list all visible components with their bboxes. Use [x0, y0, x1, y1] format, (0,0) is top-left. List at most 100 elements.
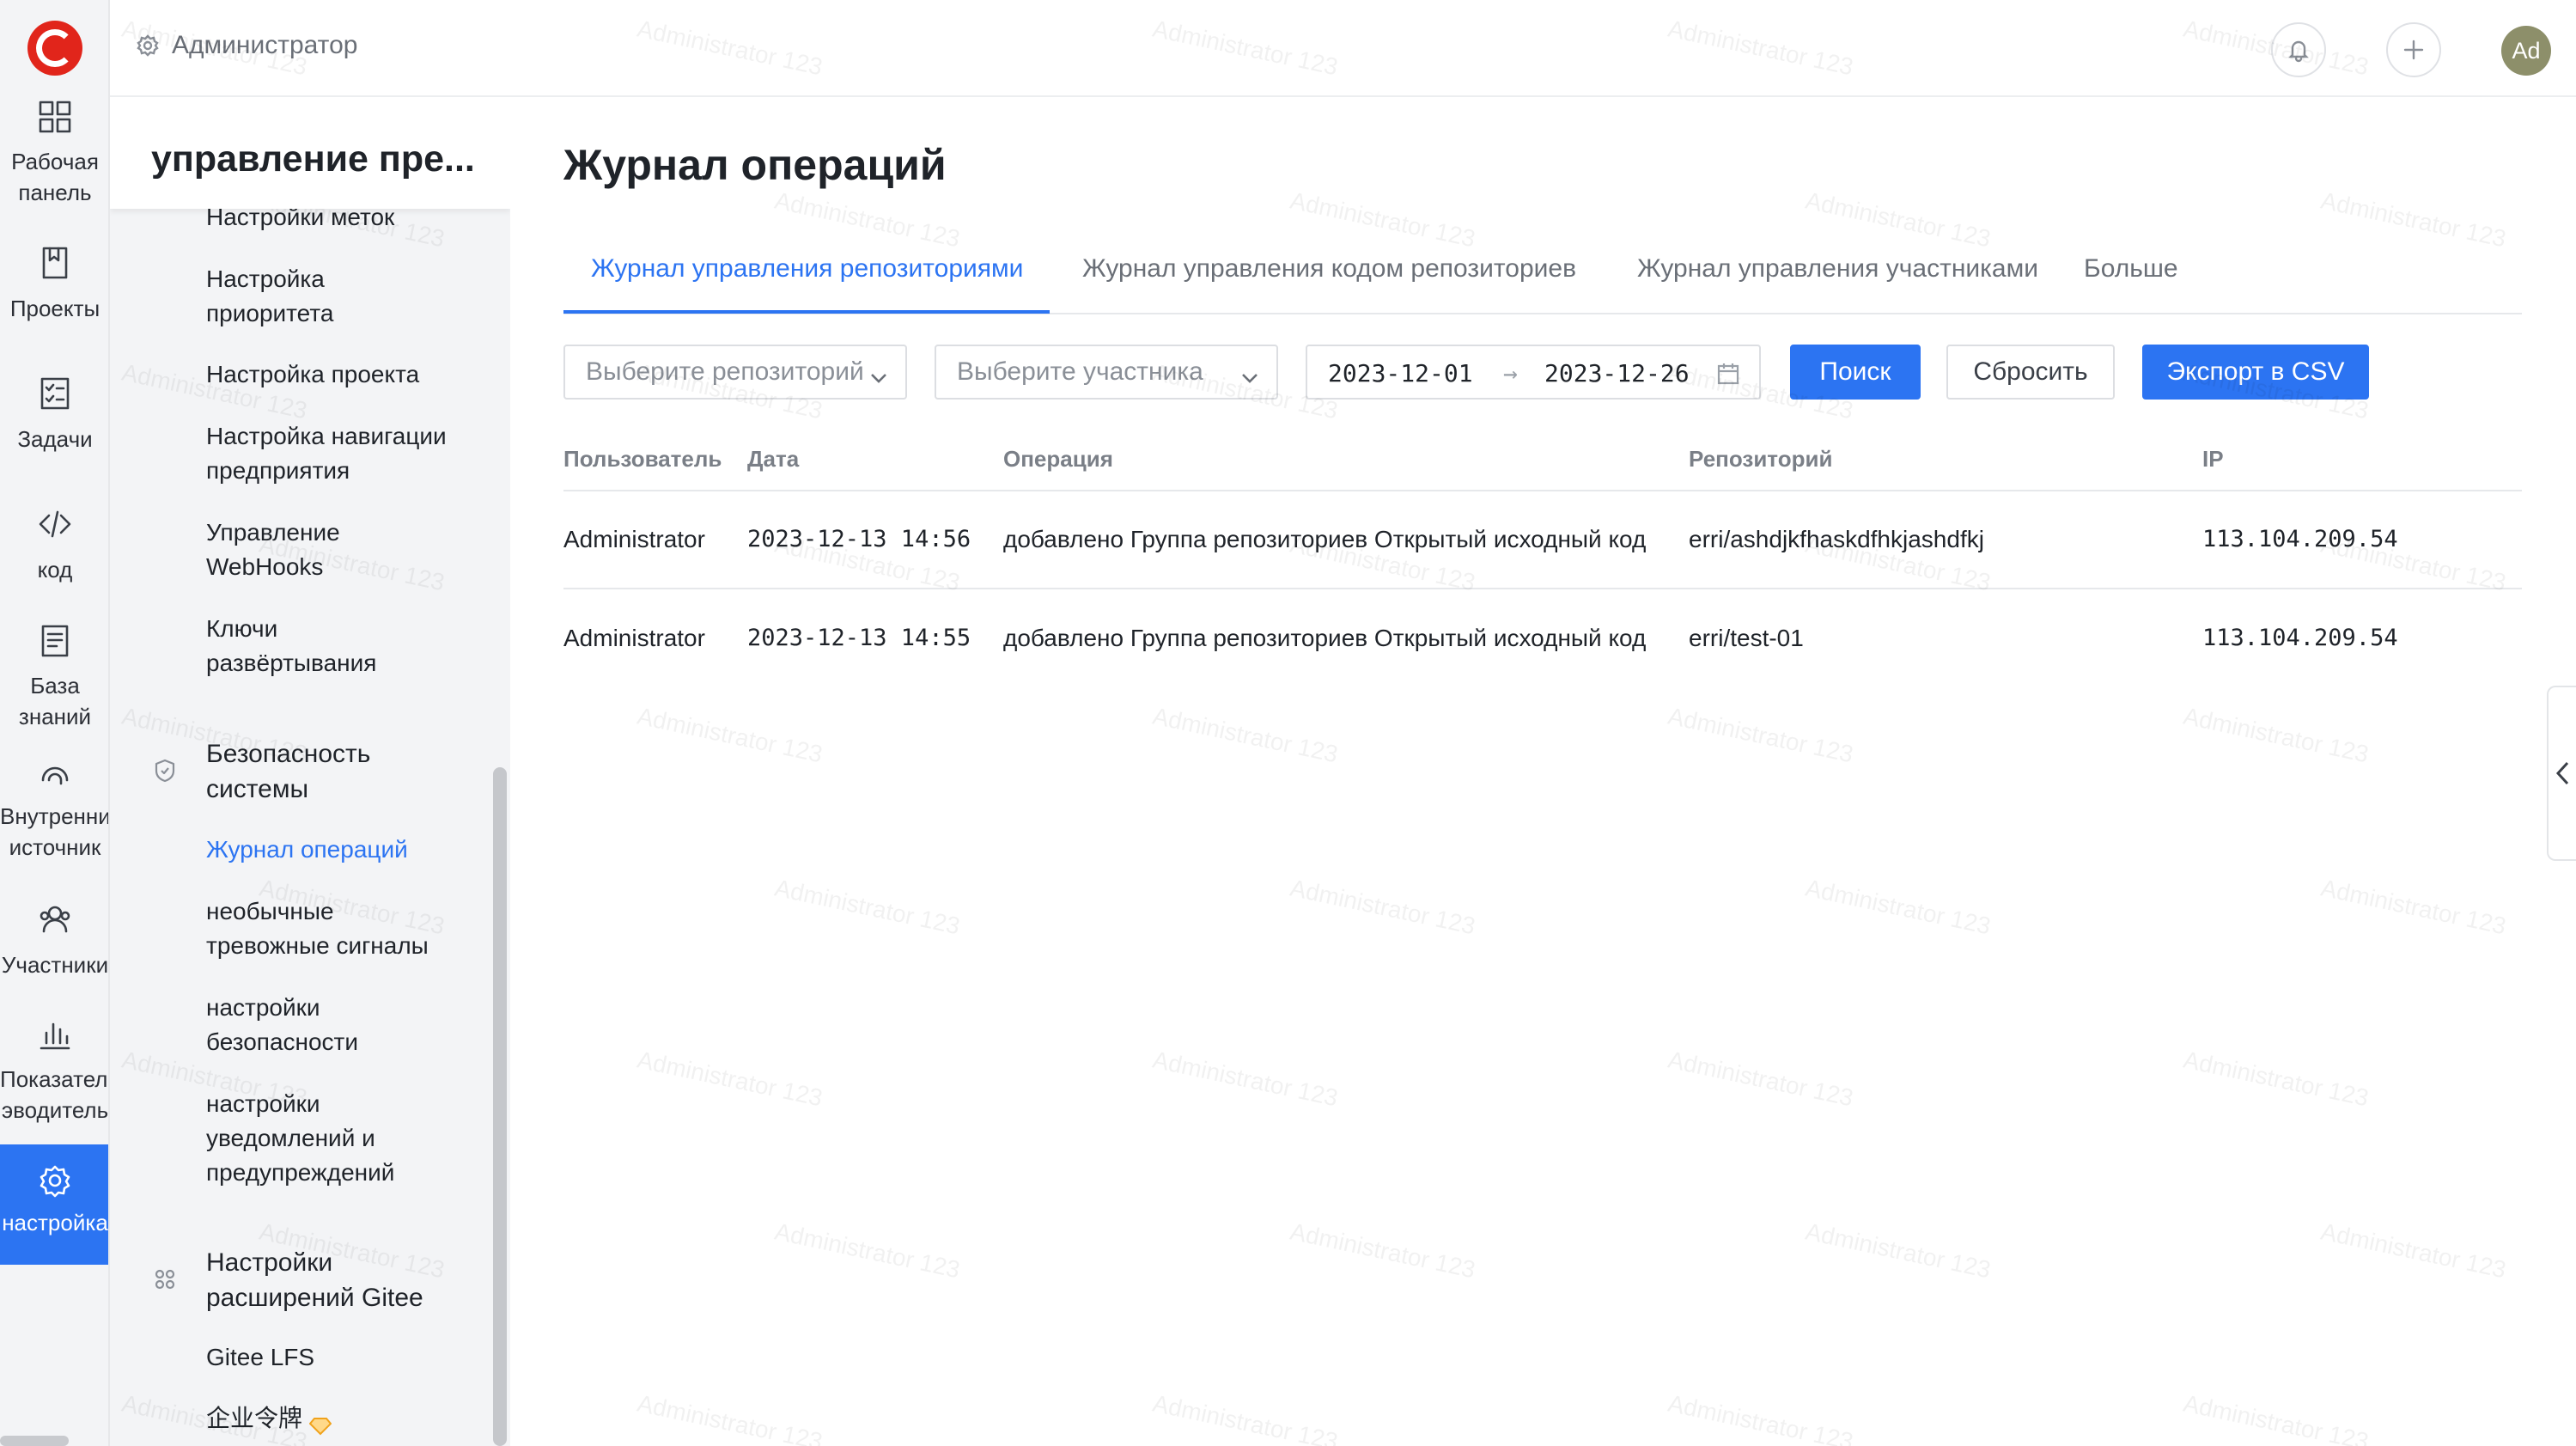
cell-user: Administrator — [563, 624, 705, 651]
rail-item-label: Показатели эводитель — [0, 1066, 110, 1123]
cell-repository: erri/test-01 — [1689, 624, 1804, 651]
settings-sidebar: управление пре... Настройки меток Настро… — [110, 97, 510, 1446]
gear-icon — [137, 34, 159, 57]
avatar[interactable]: Ad — [2501, 26, 2551, 76]
breadcrumb-label: Администратор — [172, 31, 358, 59]
tab-code-log[interactable]: Журнал управления кодом репозиториев — [1082, 252, 1576, 286]
gear-icon — [0, 1160, 108, 1201]
breadcrumb[interactable]: Администратор — [136, 31, 357, 60]
rail-item-label: База знаний — [18, 673, 92, 729]
rail-item-label: код — [37, 557, 73, 583]
sidebar-item-priority[interactable]: Настройка приоритета — [206, 262, 481, 331]
date-from-input[interactable]: 2023-12-01 — [1328, 359, 1473, 387]
member-select-placeholder: Выберите участника — [957, 357, 1203, 386]
table-row: Administrator 2023-12-13 14:56 добавлено… — [563, 491, 2522, 589]
rail-item-label: Рабочая панель — [11, 149, 99, 205]
create-button[interactable] — [2386, 22, 2441, 77]
sidebar-title: управление пре... — [151, 138, 475, 180]
rail-item-knowledge[interactable]: База знаний — [0, 620, 108, 732]
repo-select-placeholder: Выберите репозиторий — [586, 357, 864, 386]
sidebar-group-gitee-extensions[interactable]: Настройки расширений Gitee — [206, 1245, 481, 1315]
app-rail: Рабочая панель Проекты Задачи код База з… — [0, 0, 110, 1446]
rail-item-label: Проекты — [9, 296, 100, 321]
reset-button[interactable]: Сбросить — [1946, 345, 2115, 400]
date-range-picker[interactable]: 2023-12-01 → 2023-12-26 — [1306, 345, 1761, 400]
rail-item-settings[interactable]: настройка — [0, 1144, 108, 1265]
chart-icon — [0, 1014, 108, 1055]
members-icon — [0, 899, 108, 940]
cell-date: 2023-12-13 14:56 — [747, 491, 1003, 589]
sidebar-item-security-settings[interactable]: настройки безопасности — [206, 991, 481, 1059]
sidebar-header: управление пре... — [110, 97, 510, 209]
calendar-icon — [1716, 362, 1740, 386]
rail-item-dashboard[interactable]: Рабочая панель — [0, 96, 108, 225]
code-icon — [0, 503, 108, 545]
rail-item-label: Участники — [1, 952, 109, 978]
diamond-icon — [308, 1411, 332, 1436]
cell-operation: добавлено Группа репозиториев Открытый и… — [1003, 491, 1689, 589]
column-repository: Репозиторий — [1689, 429, 2202, 491]
sidebar-item-enterprise-token[interactable]: 企业令牌 — [206, 1401, 481, 1436]
repo-select[interactable]: Выберите репозиторий — [563, 345, 907, 400]
top-bar: Администратор Ad — [110, 0, 2576, 97]
active-tab-indicator — [563, 310, 1050, 314]
rail-item-label: Внутренни источник — [0, 803, 110, 860]
sidebar-item-alerts[interactable]: необычные тревожные сигналы — [206, 894, 481, 963]
sidebar-item-deploy-keys[interactable]: Ключи развёртывания — [206, 612, 481, 680]
docs-icon — [0, 620, 108, 662]
sidebar-item-operation-log[interactable]: Журнал операций — [206, 833, 481, 867]
rail-item-projects[interactable]: Проекты — [0, 242, 108, 325]
table-header-row: Пользователь Дата Операция Репозиторий I… — [563, 429, 2522, 491]
rail-item-metrics[interactable]: Показатели эводитель — [0, 1014, 110, 1126]
chevron-down-icon — [1240, 365, 1259, 384]
plus-icon — [2403, 40, 2424, 60]
sidebar-item-webhooks[interactable]: Управление WebHooks — [206, 516, 481, 584]
tab-repo-log[interactable]: Журнал управления репозиториями — [591, 252, 1023, 286]
column-user: Пользователь — [563, 429, 747, 491]
main-content: Журнал операций Журнал управления репози… — [510, 97, 2576, 1446]
notifications-button[interactable] — [2271, 22, 2326, 77]
rail-item-inner-source[interactable]: Внутренни источник — [0, 751, 110, 863]
sidebar-scrollbar[interactable] — [493, 767, 507, 1446]
cell-user: Administrator — [563, 491, 747, 589]
sidebar-group-security[interactable]: Безопасность системы — [206, 736, 481, 807]
cell-repository: erri/ashdjkfhaskdfhkjashdfkj — [1689, 491, 2202, 589]
dashboard-icon — [0, 96, 108, 137]
member-select[interactable]: Выберите участника — [935, 345, 1278, 400]
date-to-input[interactable]: 2023-12-26 — [1544, 359, 1690, 387]
task-icon — [0, 373, 108, 414]
rail-item-label: Задачи — [17, 426, 93, 452]
chevron-left-icon — [2555, 761, 2569, 785]
inner-source-icon — [0, 751, 108, 792]
rail-item-members[interactable]: Участники — [0, 899, 109, 981]
collapse-panel-button[interactable] — [2547, 686, 2576, 861]
search-button[interactable]: Поиск — [1790, 345, 1921, 400]
book-icon — [0, 242, 108, 284]
operation-log-table: Пользователь Дата Операция Репозиторий I… — [563, 429, 2522, 686]
sidebar-item-gitee-lfs[interactable]: Gitee LFS — [206, 1340, 481, 1375]
page-title: Журнал операций — [563, 141, 947, 189]
cell-operation: добавлено Группа репозиториев Открытый и… — [1003, 624, 1647, 651]
sidebar-item-notification-settings[interactable]: настройки уведомлений и предупреждений — [206, 1087, 481, 1190]
tab-more[interactable]: Больше — [2084, 252, 2178, 286]
gitee-logo-icon[interactable] — [27, 21, 82, 76]
column-date: Дата — [747, 429, 1003, 491]
export-csv-button[interactable]: Экспорт в CSV — [2142, 345, 2369, 400]
column-operation: Операция — [1003, 429, 1689, 491]
tab-members-log[interactable]: Журнал управления участниками — [1637, 252, 2038, 286]
sidebar-item-label: 企业令牌 — [206, 1405, 303, 1431]
table-row: Administrator 2023-12-13 14:55 добавлено… — [563, 589, 2522, 686]
sidebar-item-project-settings[interactable]: Настройка проекта — [206, 357, 481, 392]
shield-icon — [151, 757, 179, 784]
rail-item-tasks[interactable]: Задачи — [0, 373, 108, 455]
cell-date: 2023-12-13 14:55 — [747, 624, 971, 651]
chevron-down-icon — [869, 365, 888, 384]
rail-item-code[interactable]: код — [0, 503, 108, 586]
cell-ip: 113.104.209.54 — [2202, 624, 2398, 651]
arrow-right-icon: → — [1503, 359, 1518, 387]
bell-icon — [2288, 40, 2309, 63]
column-ip: IP — [2202, 429, 2522, 491]
rail-scrollbar[interactable] — [0, 1436, 69, 1446]
sidebar-item-nav-settings[interactable]: Настройка навигации предприятия — [206, 419, 481, 488]
extensions-icon — [151, 1266, 179, 1293]
